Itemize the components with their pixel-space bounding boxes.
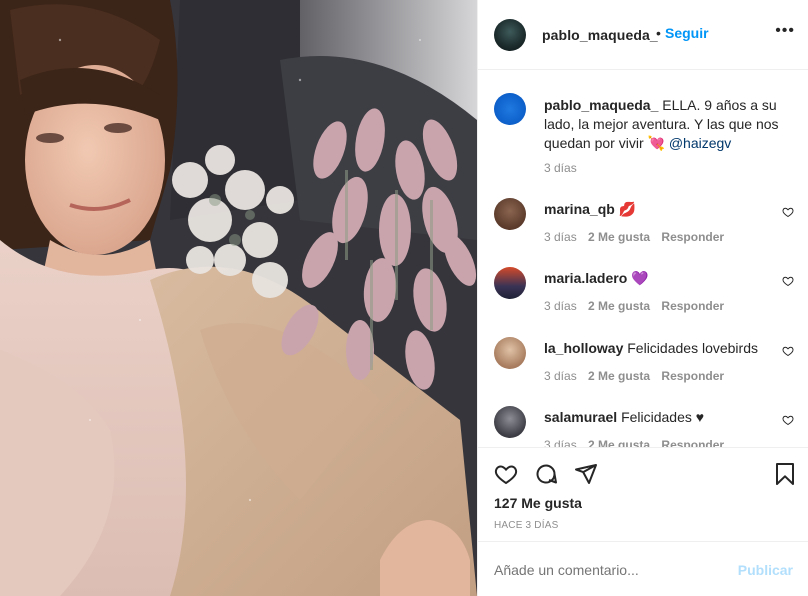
commenter-avatar[interactable] xyxy=(494,406,526,438)
comment-text: la_holloway Felicidades lovebirds xyxy=(544,340,758,356)
heart-icon[interactable] xyxy=(494,462,518,486)
comment-meta: 3 días 2 Me gusta Responder xyxy=(544,299,732,313)
comment-time: 3 días xyxy=(544,438,577,447)
comment-meta: 3 días 2 Me gusta Responder xyxy=(544,438,732,447)
comment-emoji: 💋 xyxy=(618,201,637,217)
comment-text: salamurael Felicidades ♥ xyxy=(544,409,704,425)
caption-emoji: 💘 xyxy=(647,135,665,151)
post-date: HACE 3 DÍAS xyxy=(494,520,559,531)
reply-button[interactable]: Responder xyxy=(661,230,724,244)
reply-button[interactable]: Responder xyxy=(661,299,724,313)
post-actions: 127 Me gusta HACE 3 DÍAS xyxy=(478,447,808,541)
commenter-avatar[interactable] xyxy=(494,337,526,369)
comment-time: 3 días xyxy=(544,369,577,383)
reply-button[interactable]: Responder xyxy=(661,438,724,447)
commenter-avatar[interactable] xyxy=(494,267,526,299)
small-heart-icon[interactable] xyxy=(782,206,794,218)
comment-username[interactable]: salamurael xyxy=(544,409,617,425)
follow-button[interactable]: Seguir xyxy=(665,25,709,41)
photo-illustration xyxy=(0,0,477,596)
comment-username[interactable]: la_holloway xyxy=(544,340,623,356)
comment-likes[interactable]: 2 Me gusta xyxy=(588,230,650,244)
comment-likes[interactable]: 2 Me gusta xyxy=(588,369,650,383)
author-avatar[interactable] xyxy=(494,19,526,51)
post-side-panel: pablo_maqueda_ • Seguir ••• pablo_maqued… xyxy=(477,0,808,596)
reply-button[interactable]: Responder xyxy=(661,369,724,383)
comment-body: Felicidades ♥ xyxy=(621,409,705,425)
header-separator: • xyxy=(656,25,661,41)
publish-button[interactable]: Publicar xyxy=(738,562,793,578)
list-item: maria.ladero 💜 3 días 2 Me gusta Respond… xyxy=(494,267,794,327)
caption-avatar[interactable] xyxy=(494,93,526,125)
caption-username[interactable]: pablo_maqueda_ xyxy=(544,97,658,113)
likes-count[interactable]: 127 Me gusta xyxy=(494,495,582,511)
comment-username[interactable]: marina_qb xyxy=(544,201,615,217)
caption-time: 3 días xyxy=(544,161,577,175)
list-item: marina_qb 💋 3 días 2 Me gusta Responder xyxy=(494,198,794,258)
small-heart-icon[interactable] xyxy=(782,345,794,357)
list-item: la_holloway Felicidades lovebirds 3 días… xyxy=(494,337,794,397)
list-item: salamurael Felicidades ♥ 3 días 2 Me gus… xyxy=(494,406,794,447)
share-icon[interactable] xyxy=(574,462,598,486)
comment-icon[interactable] xyxy=(534,462,558,486)
more-options-icon[interactable]: ••• xyxy=(775,23,795,39)
comment-username[interactable]: maria.ladero xyxy=(544,270,627,286)
commenter-avatar[interactable] xyxy=(494,198,526,230)
post-photo[interactable] xyxy=(0,0,477,596)
comment-time: 3 días xyxy=(544,230,577,244)
comments-list[interactable]: pablo_maqueda_ ELLA. 9 años a su lado, l… xyxy=(478,71,808,447)
comment-time: 3 días xyxy=(544,299,577,313)
comment-text: maria.ladero 💜 xyxy=(544,270,649,287)
comment-likes[interactable]: 2 Me gusta xyxy=(588,299,650,313)
comment-emoji: 💜 xyxy=(631,270,649,286)
comment-body: Felicidades lovebirds xyxy=(627,340,758,356)
comment-text: marina_qb 💋 xyxy=(544,201,636,218)
comment-meta: 3 días 2 Me gusta Responder xyxy=(544,230,732,244)
post-header: pablo_maqueda_ • Seguir ••• xyxy=(478,0,808,70)
small-heart-icon[interactable] xyxy=(782,275,794,287)
small-heart-icon[interactable] xyxy=(782,414,794,426)
comment-input[interactable] xyxy=(494,560,724,580)
bookmark-icon[interactable] xyxy=(773,462,797,486)
add-comment-bar: Publicar xyxy=(478,541,808,596)
caption-mention-link[interactable]: @haizegv xyxy=(669,135,731,151)
comment-likes[interactable]: 2 Me gusta xyxy=(588,438,650,447)
comment-meta: 3 días 2 Me gusta Responder xyxy=(544,369,732,383)
author-username[interactable]: pablo_maqueda_ xyxy=(542,27,658,43)
caption-text: pablo_maqueda_ ELLA. 9 años a su lado, l… xyxy=(544,96,794,153)
